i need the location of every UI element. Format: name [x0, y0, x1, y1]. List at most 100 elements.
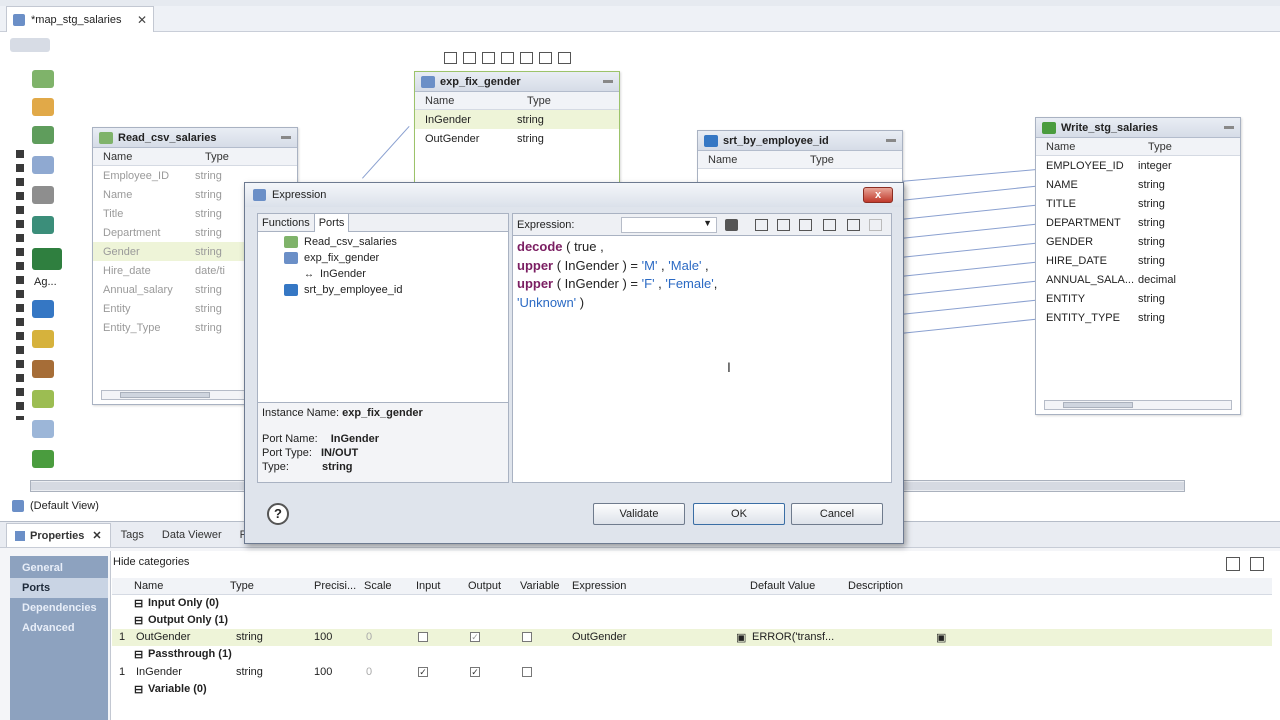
palette-item-read-icon[interactable]	[32, 70, 54, 88]
group-output-only[interactable]: ⊟ Output Only (1)	[112, 612, 1272, 629]
transformation-exp-fix-gender[interactable]: exp_fix_gender Name Type InGender string…	[414, 71, 620, 183]
category-ports[interactable]: Ports	[10, 578, 108, 598]
object-header[interactable]: exp_fix_gender	[415, 72, 619, 92]
port-row[interactable]: EMPLOYEE_ID integer	[1036, 156, 1240, 175]
move-up-icon[interactable]	[539, 52, 552, 64]
tab-ports[interactable]: Ports	[314, 214, 350, 232]
close-button[interactable]: x	[863, 187, 893, 203]
port-row[interactable]: InGender string	[415, 110, 619, 129]
output-checkbox[interactable]: ✓	[470, 632, 480, 642]
category-general[interactable]: General	[10, 558, 108, 578]
undo-icon[interactable]	[869, 219, 882, 231]
object-header[interactable]: Write_stg_salaries	[1036, 118, 1240, 138]
tab-functions[interactable]: Functions	[258, 214, 315, 232]
transformation-srt-by-employee-id[interactable]: srt_by_employee_id Name Type	[697, 130, 903, 190]
expression-format-dropdown[interactable]: ▼	[621, 217, 717, 233]
expand-icon[interactable]: ⊟	[134, 683, 143, 696]
validate-icon[interactable]	[847, 219, 860, 231]
palette-item-joiner-icon[interactable]	[32, 156, 54, 174]
expression-text-area[interactable]: decode ( true , upper ( InGender ) = 'M'…	[517, 238, 717, 312]
column-header: Name Type	[1036, 138, 1240, 156]
port-row[interactable]: ENTITY_TYPE string	[1036, 308, 1240, 327]
cut-icon[interactable]	[463, 52, 476, 64]
cancel-button[interactable]: Cancel	[791, 503, 883, 525]
group-variable[interactable]: ⊟ Variable (0)	[112, 681, 1272, 698]
palette-toolbar-icon[interactable]	[10, 38, 50, 52]
editor-tab-map-stg-salaries[interactable]: *map_stg_salaries ✕	[6, 6, 154, 32]
port-row[interactable]: GENDER string	[1036, 232, 1240, 251]
dialog-title-bar[interactable]: Expression x	[245, 183, 903, 207]
clear-icon[interactable]	[823, 219, 836, 231]
palette-item-rank-icon[interactable]	[32, 360, 54, 378]
palette-item-write-icon[interactable]	[32, 450, 54, 468]
minimize-icon[interactable]	[1224, 126, 1234, 129]
port-row[interactable]: TITLE string	[1036, 194, 1240, 213]
default-view-selector[interactable]: (Default View)	[12, 496, 99, 516]
table-row[interactable]: 1 OutGender string 100 0 ✓ OutGender ▣ E…	[112, 629, 1272, 646]
paste-icon[interactable]	[501, 52, 514, 64]
input-checkbox[interactable]: ✓	[418, 667, 428, 677]
cut-icon[interactable]	[755, 219, 768, 231]
delete-icon[interactable]	[1250, 557, 1264, 571]
expand-icon[interactable]: ⊟	[134, 648, 143, 661]
paste-icon[interactable]	[799, 219, 812, 231]
palette-item-normalizer-icon[interactable]	[32, 390, 54, 408]
edit-icon[interactable]: ▣	[936, 631, 946, 644]
palette-scrollbar[interactable]	[16, 150, 24, 420]
input-checkbox[interactable]	[418, 632, 428, 642]
palette-item-aggregator-icon[interactable]	[32, 248, 62, 270]
copy-icon[interactable]	[777, 219, 790, 231]
port-row[interactable]: DEPARTMENT string	[1036, 213, 1240, 232]
object-scrollbar[interactable]	[1044, 400, 1232, 410]
category-advanced[interactable]: Advanced	[10, 618, 108, 638]
palette-item-expression-icon[interactable]	[32, 98, 54, 116]
expand-icon[interactable]: ⊟	[134, 597, 143, 610]
validate-button[interactable]: Validate	[593, 503, 685, 525]
tab-properties[interactable]: Properties ✕	[6, 523, 111, 547]
port-row[interactable]: OutGender string	[415, 129, 619, 148]
palette-item-filter-icon[interactable]	[32, 126, 54, 144]
hide-categories-link[interactable]: Hide categories	[113, 556, 189, 568]
close-icon[interactable]: ✕	[137, 13, 147, 27]
table-row[interactable]: 1 InGender string 100 0 ✓ ✓	[112, 664, 1272, 681]
close-icon[interactable]: ✕	[92, 529, 101, 542]
object-header[interactable]: srt_by_employee_id	[698, 131, 902, 151]
tag-icon[interactable]	[725, 219, 738, 231]
new-port-icon[interactable]	[1226, 557, 1240, 571]
port-row[interactable]: ENTITY string	[1036, 289, 1240, 308]
ok-button[interactable]: OK	[693, 503, 785, 525]
category-dependencies[interactable]: Dependencies	[10, 598, 108, 618]
output-checkbox[interactable]: ✓	[470, 667, 480, 677]
minimize-icon[interactable]	[281, 136, 291, 139]
help-button[interactable]: ?	[267, 503, 289, 525]
palette-item-lookup-icon[interactable]	[32, 186, 54, 204]
port-row[interactable]: ANNUAL_SALA... decimal	[1036, 270, 1240, 289]
tab-tags[interactable]: Tags	[113, 523, 152, 547]
object-header[interactable]: Read_csv_salaries	[93, 128, 297, 148]
edit-icon[interactable]: ▣	[736, 631, 746, 644]
tree-item-srt-by-employee-id[interactable]: srt_by_employee_id	[284, 284, 402, 296]
tree-item-ingender[interactable]: ↔ InGender	[304, 268, 366, 280]
tree-item-read-csv-salaries[interactable]: Read_csv_salaries	[284, 236, 397, 248]
delete-icon[interactable]	[520, 52, 533, 64]
port-row[interactable]: HIRE_DATE string	[1036, 251, 1240, 270]
move-down-icon[interactable]	[558, 52, 571, 64]
target-write-stg-salaries[interactable]: Write_stg_salaries Name Type EMPLOYEE_ID…	[1035, 117, 1241, 415]
tree-item-exp-fix-gender[interactable]: exp_fix_gender	[284, 252, 379, 264]
minimize-icon[interactable]	[603, 80, 613, 83]
palette-item-sorter-icon[interactable]	[32, 300, 54, 318]
group-input-only[interactable]: ⊟ Input Only (0)	[112, 595, 1272, 612]
palette-item-union-icon[interactable]	[32, 330, 54, 348]
variable-checkbox[interactable]	[522, 632, 532, 642]
minimize-icon[interactable]	[886, 139, 896, 142]
port-row[interactable]: NAME string	[1036, 175, 1240, 194]
expand-icon[interactable]: ⊟	[134, 614, 143, 627]
port-info-panel: Instance Name: exp_fix_gender Port Name:…	[258, 402, 508, 482]
group-passthrough[interactable]: ⊟ Passthrough (1)	[112, 646, 1272, 663]
tab-data-viewer[interactable]: Data Viewer	[154, 523, 230, 547]
new-port-icon[interactable]	[444, 52, 457, 64]
palette-item-router-icon[interactable]	[32, 216, 54, 234]
copy-icon[interactable]	[482, 52, 495, 64]
palette-item-sequence-icon[interactable]	[32, 420, 54, 438]
variable-checkbox[interactable]	[522, 667, 532, 677]
